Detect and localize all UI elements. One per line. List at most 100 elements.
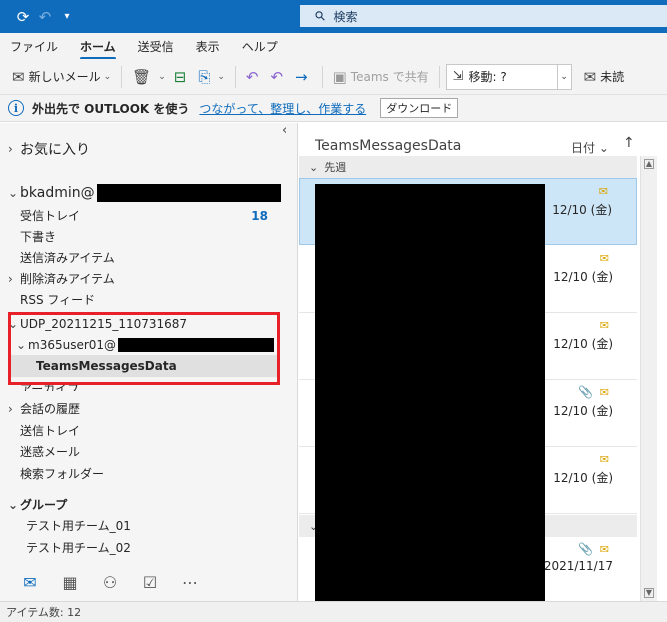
folder-archive[interactable]: アーカイブ — [0, 377, 297, 391]
search-placeholder: 検索 — [333, 9, 358, 24]
quick-access-dropdown-icon[interactable]: ▾ — [56, 11, 78, 22]
move-dropdown-chevron-icon[interactable]: ⌄ — [557, 63, 572, 90]
reply-icon: ↶ — [245, 67, 259, 86]
search-icon: ⚲ — [312, 7, 330, 25]
sort-direction-icon[interactable]: ↑ — [623, 135, 635, 151]
ribbon-toolbar: ✉ 新しいメール ⌄ 🗑 ⌄ ⊟ ⎘ ⌄ ↶ ↶ → ▣ Teams で共有 ⇲… — [0, 59, 667, 95]
divider — [321, 65, 323, 88]
message-date: 12/10 (金) — [553, 270, 613, 284]
message-date: 12/10 (金) — [553, 404, 613, 418]
envelope-icon: ✉ — [598, 185, 608, 198]
folder-drafts[interactable]: 下書き — [0, 226, 297, 247]
envelope-open-icon: ✉ — [583, 67, 597, 86]
chevron-down-icon: ⌄ — [8, 186, 19, 200]
folder-m365user[interactable]: ⌄ m365user01@ — [0, 334, 297, 355]
folder-title: TeamsMessagesData — [315, 138, 462, 154]
more-icon[interactable]: ⋯ — [170, 573, 210, 592]
menu-view[interactable]: 表示 — [196, 38, 220, 55]
envelope-icon: ✉ — [599, 453, 609, 466]
collapse-pane-icon[interactable]: ‹ — [282, 123, 287, 138]
folder-sent[interactable]: 送信済みアイテム — [0, 247, 297, 268]
info-icon: i — [8, 100, 24, 116]
status-bar: アイテム数: 12 — [0, 601, 667, 622]
move-icon: ⇲ — [452, 69, 464, 84]
folder-deleted[interactable]: › 削除済みアイテム — [0, 268, 297, 289]
mail-icon[interactable]: ✉ — [10, 573, 50, 592]
move-folder-icon: ⎘ — [198, 67, 211, 86]
chevron-down-icon[interactable]: ⌄ — [217, 72, 225, 82]
reply-button[interactable]: ↶ — [242, 64, 267, 90]
folder-inbox[interactable]: 受信トレイ 18 — [0, 205, 297, 226]
folder-teams-messages-data[interactable]: TeamsMessagesData — [8, 355, 278, 377]
groups-header[interactable]: ⌄ グループ — [0, 494, 297, 515]
info-link[interactable]: つながって、整理し、作業する — [199, 100, 366, 117]
folder-rss[interactable]: RSS フィード — [0, 289, 297, 310]
group-item[interactable]: テスト用チーム_02 — [0, 537, 297, 558]
message-date: 12/10 (金) — [553, 471, 613, 485]
new-mail-icon: ✉ — [12, 67, 25, 86]
message-date: 12/10 (金) — [552, 203, 612, 217]
chevron-right-icon: › — [8, 142, 13, 156]
chevron-down-icon: ⌄ — [8, 497, 19, 512]
message-list: TeamsMessagesData 日付 ⌄ ↑ ⌄ 先週 ✉ 12/10 (金… — [299, 123, 667, 601]
menu-file[interactable]: ファイル — [10, 38, 58, 55]
chevron-right-icon: › — [8, 401, 13, 416]
chevron-down-icon: ⌄ — [16, 337, 27, 352]
folder-conversation-history[interactable]: › 会話の履歴 — [0, 398, 297, 419]
people-icon[interactable]: ⚇ — [90, 573, 130, 592]
folder-junk[interactable]: 迷惑メール — [0, 441, 297, 462]
unread-button[interactable]: ✉ 未読 — [580, 64, 629, 90]
folder-udp[interactable]: ⌄ UDP_20211215_110731687 — [0, 313, 297, 334]
calendar-icon[interactable]: ▦ — [50, 573, 90, 592]
undo-icon[interactable]: ↶ — [34, 8, 56, 26]
forward-button[interactable]: → — [291, 64, 316, 90]
group-header-last-week[interactable]: ⌄ 先週 — [299, 156, 637, 178]
move-to-button[interactable]: ⎘ ⌄ — [194, 64, 229, 90]
menu-home[interactable]: ホーム — [80, 38, 116, 60]
divider — [234, 65, 236, 88]
tasks-icon[interactable]: ☑ — [130, 573, 170, 592]
folder-search-folders[interactable]: 検索フォルダー — [0, 463, 297, 484]
envelope-icon: ✉ — [599, 386, 609, 399]
account-header[interactable]: ⌄ bkadmin@ — [0, 181, 297, 205]
chevron-down-icon: ⌄ — [8, 316, 19, 331]
delete-button[interactable]: 🗑 ⌄ — [128, 64, 170, 90]
sync-icon[interactable]: ⟳ — [12, 8, 34, 26]
search-box[interactable]: ⚲ 検索 — [300, 5, 667, 27]
message-list-scrollbar[interactable]: ▲ ▼ — [640, 156, 657, 601]
divider — [438, 65, 440, 88]
group-item[interactable]: テスト用チーム_01 — [0, 515, 297, 536]
archive-icon: ⊟ — [173, 67, 187, 86]
menu-bar: ファイル ホーム 送受信 表示 ヘルプ — [0, 33, 667, 60]
unread-count: 18 — [251, 208, 268, 223]
scroll-up-icon[interactable]: ▲ — [644, 159, 654, 169]
divider — [121, 65, 123, 88]
teams-share-button[interactable]: ▣ Teams で共有 — [329, 64, 433, 90]
bottom-nav: ✉ ▦ ⚇ ☑ ⋯ — [0, 563, 298, 601]
favorites-header[interactable]: › お気に入り — [0, 137, 297, 161]
menu-help[interactable]: ヘルプ — [242, 38, 278, 55]
envelope-icon: ✉ — [599, 252, 609, 265]
chevron-down-icon[interactable]: ⌄ — [104, 72, 112, 82]
forward-icon: → — [295, 67, 308, 86]
scroll-down-icon[interactable]: ▼ — [644, 588, 654, 598]
trash-icon: 🗑 — [132, 67, 152, 86]
chevron-right-icon: › — [8, 271, 13, 286]
info-bar: i 外出先で OUTLOOK を使う つながって、整理し、作業する ダウンロード — [0, 95, 667, 122]
sort-dropdown[interactable]: 日付 ⌄ — [571, 139, 609, 156]
chevron-down-icon: ⌄ — [309, 160, 319, 174]
title-bar: ⟳ ↶ ▾ ⚲ 検索 — [0, 0, 667, 33]
item-count: アイテム数: 12 — [6, 606, 82, 619]
message-date: 12/10 (金) — [553, 337, 613, 351]
move-dropdown[interactable]: ⇲ 移動: ? — [445, 63, 558, 90]
teams-icon: ▣ — [332, 67, 347, 86]
reply-all-button[interactable]: ↶ — [266, 64, 291, 90]
download-button[interactable]: ダウンロード — [380, 98, 459, 118]
archive-button[interactable]: ⊟ — [170, 64, 195, 90]
menu-send-receive[interactable]: 送受信 — [138, 38, 174, 55]
envelope-icon: ✉ — [599, 543, 609, 556]
folder-outbox[interactable]: 送信トレイ — [0, 420, 297, 441]
folder-pane: ‹ › お気に入り ⌄ bkadmin@ 受信トレイ 18 下書き 送信済みアイ… — [0, 123, 298, 563]
new-mail-button[interactable]: ✉ 新しいメール ⌄ — [8, 64, 115, 90]
chevron-down-icon[interactable]: ⌄ — [158, 72, 166, 82]
